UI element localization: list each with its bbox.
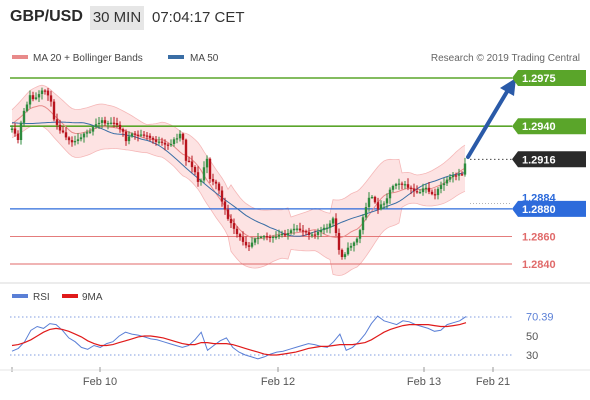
rsi-current-label: 70.39 [526,312,554,324]
rsi-legend-label: RSI [33,292,50,303]
level-label-support: 1.2860 [522,231,556,243]
candle [52,99,56,122]
rsi-legend: RSI 9MA [12,292,103,303]
timeframe-button[interactable]: 30 MIN [90,6,144,30]
chart-header: GBP/USD 30 MIN 07:04:17 CET [0,0,590,36]
rsi-tick-50: 50 [526,331,538,343]
timestamp: 07:04:17 CET [152,9,245,26]
rsi-panel: 70.39 50 30 [10,312,554,362]
level-label-resistance: 1.2975 [522,73,556,85]
ma50-legend-swatch [168,55,184,59]
legend: MA 20 + Bollinger Bands MA 50 Research ©… [12,53,580,64]
price-panel: 1.2884 1.29751.29401.29161.28801.28601.2… [10,70,586,276]
level-tags: 1.2975 1.2940 1.2916 1.2880 1.2860 1.2840 [512,70,586,271]
rsi-tick-30: 30 [526,350,538,362]
ma20-legend-swatch [12,55,28,59]
level-label-resistance: 1.2940 [522,121,556,133]
x-tick-label: Feb 12 [261,376,295,388]
x-tick-label: Feb 13 [407,376,441,388]
x-tick-label: Feb 21 [476,376,510,388]
rsi-ma9-line [11,322,467,356]
level-label-current: 1.2916 [522,154,556,166]
rsi-line [11,315,467,360]
ma9-legend-swatch [62,294,78,298]
projection-arrow [466,78,516,159]
projection-arrow-shaft [466,88,510,159]
bollinger-bands [11,84,466,276]
ma50-legend-label: MA 50 [190,53,219,64]
currency-pair: GBP/USD [10,8,83,25]
chart-area: MA 20 + Bollinger Bands MA 50 Research ©… [0,53,590,388]
rsi-legend-swatch [12,294,28,298]
ma9-legend-label: 9MA [82,292,103,303]
level-label-support: 1.2840 [522,259,556,271]
credit-text: Research © 2019 Trading Central [431,53,580,64]
bollinger-band-fill [12,85,465,276]
x-tick-label: Feb 10 [83,376,117,388]
level-label-pivot: 1.2880 [522,204,556,216]
candle [19,120,23,145]
ma20-legend-label: MA 20 + Bollinger Bands [33,53,143,64]
